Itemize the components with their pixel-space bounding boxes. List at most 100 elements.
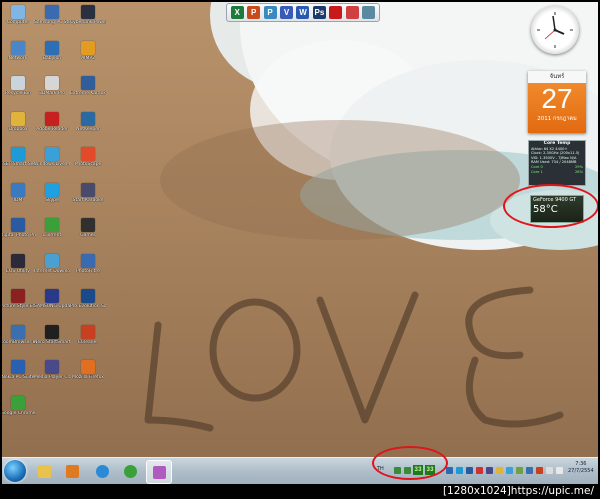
tray-icon[interactable] — [496, 467, 503, 474]
app-icon — [81, 111, 95, 126]
desktop-icon[interactable]: CyberLink PowerDVD 10 — [70, 5, 106, 25]
app-icon — [45, 218, 59, 232]
desktop-icon[interactable]: Extreme Karaoke — [70, 76, 106, 96]
desktop-icon[interactable]: Internet Download Manager — [34, 253, 70, 274]
desktop-icon[interactable]: Dropbox — [0, 111, 36, 132]
publisher-icon[interactable]: P — [263, 6, 277, 19]
desktop-icon[interactable]: Nero StartSmart — [34, 324, 70, 345]
calendar-month-year: 2011 กรกฎาคม — [537, 116, 577, 122]
desktop-icon[interactable]: Google Chrome — [0, 395, 36, 416]
app-icon — [81, 5, 95, 19]
desktop-icon[interactable]: Nokia PC Suite — [0, 360, 36, 380]
app-icon — [11, 324, 25, 339]
tray-icon[interactable] — [516, 467, 523, 474]
desktop-icon[interactable]: uTorrent — [34, 218, 70, 238]
desktop-icon[interactable]: Games — [70, 218, 106, 238]
start-button[interactable] — [4, 460, 26, 482]
desktop-icon[interactable]: Digital Photo Professional — [0, 218, 36, 238]
desktop-icon-label: uTorrent — [42, 233, 62, 238]
tray-icon[interactable] — [536, 467, 543, 474]
desktop: Computer Samsung PC Studio 3CyberLink Pow… — [0, 0, 600, 499]
taskbar-media-player-button[interactable] — [60, 460, 84, 482]
desktop-icon[interactable]: IDM — [0, 182, 36, 203]
app-icon — [81, 324, 95, 339]
desktop-icon[interactable]: NetKeeper — [70, 111, 106, 132]
clock-gadget[interactable] — [531, 6, 579, 54]
app-icon — [11, 40, 25, 55]
tray-icon[interactable] — [486, 467, 493, 474]
desktop-icon[interactable]: CCleaner — [70, 324, 106, 345]
word-icon[interactable]: W — [296, 6, 310, 19]
desktop-icon[interactable]: Skype — [34, 182, 70, 203]
desktop-icon[interactable]: Media Player Classic — [34, 360, 70, 380]
app-icon — [11, 253, 25, 268]
desktop-icon-label: EOS Utility — [6, 268, 30, 274]
photoshop-icon[interactable]: Ps — [312, 6, 326, 19]
desktop-icon-label: Nokia PC Suite — [1, 375, 35, 380]
acrobat-icon[interactable] — [329, 6, 343, 19]
app-icon — [81, 76, 95, 90]
network-icon[interactable] — [546, 467, 553, 474]
core-load: 28% — [575, 169, 583, 174]
desktop-icon-label: Babylon — [42, 55, 62, 61]
desktop-icon[interactable]: Babylon — [34, 40, 70, 61]
desktop-icon[interactable]: SAMSUNG Update Plus — [34, 289, 70, 309]
powerpoint-icon[interactable]: P — [247, 6, 261, 19]
clock-tray[interactable]: 7:36 27/7/2554 — [568, 461, 594, 475]
app-icon — [45, 40, 59, 55]
desktop-icon[interactable]: Adobe Reader — [34, 111, 70, 132]
desktop-icon[interactable]: Pro Evolution Soccer 2011 — [70, 289, 106, 309]
tray-icon[interactable] — [476, 467, 483, 474]
desktop-icon-label: Games — [80, 233, 96, 238]
network-icon[interactable] — [362, 6, 376, 19]
desktop-icon[interactable]: PhotoScape — [70, 147, 106, 167]
image-caption: [1280x1024]https://upic.me/ — [442, 485, 594, 497]
quick-launch-toolbar: X P P V W Ps — [226, 3, 380, 22]
calendar-gadget[interactable]: จันทร์ 27 2011 กรกฎาคม — [528, 71, 586, 133]
pdf-icon[interactable] — [345, 6, 359, 19]
tray-icon[interactable] — [506, 467, 513, 474]
chrome-icon — [123, 464, 137, 478]
desktop-icon[interactable]: 3DMark Pro — [34, 76, 70, 96]
desktop-icon[interactable]: Recycle Bin — [0, 76, 36, 96]
tray-icon[interactable] — [446, 467, 453, 474]
core-temp-gadget[interactable]: Core Temp Athlon 64 X2 4400+ Clock: 2.30… — [528, 140, 586, 186]
desktop-icon[interactable]: Mozilla Firefox — [70, 360, 106, 380]
desktop-icon-label: PhotoScape — [74, 162, 102, 167]
desktop-icon-label: Dropbox — [8, 126, 28, 132]
desktop-icon[interactable]: ZoomBrowser EX — [0, 324, 36, 345]
love-sand-writing — [144, 286, 564, 432]
wet-sand — [160, 120, 520, 240]
tray-icon[interactable] — [456, 467, 463, 474]
desktop-icon[interactable]: Start Karaoke — [70, 182, 106, 203]
highlight-circle — [503, 184, 599, 228]
app-icon — [45, 147, 59, 161]
desktop-icon[interactable]: EOS Utility — [0, 253, 36, 274]
desktop-icon[interactable]: Samsung PC Studio 3 — [34, 5, 70, 25]
desktop-icon-label: SAMSUNG Update Plus — [34, 304, 70, 309]
desktop-icon[interactable]: AIMP2 — [70, 40, 106, 61]
app-icon — [45, 360, 59, 374]
desktop-icon[interactable]: Windows Live Messenger — [34, 147, 70, 167]
tray-icon[interactable] — [526, 467, 533, 474]
desktop-icon[interactable]: Network — [0, 40, 36, 61]
desktop-icon-label: ESET Smart Security — [0, 162, 36, 167]
taskbar-explorer-button[interactable] — [32, 460, 56, 482]
taskbar-paint-button[interactable] — [146, 460, 172, 484]
visio-icon[interactable]: V — [280, 6, 294, 19]
app-icon — [45, 5, 59, 19]
excel-icon[interactable]: X — [230, 6, 244, 19]
desktop-icon-label: CCleaner — [77, 339, 99, 345]
app-icon — [81, 147, 95, 161]
desktop-icon[interactable]: Computer — [0, 5, 36, 25]
volume-icon[interactable] — [556, 467, 563, 474]
desktop-icon[interactable]: PhotoFiltre — [70, 253, 106, 274]
desktop-icon-label: Skype — [45, 197, 59, 203]
calendar-day-name: จันทร์ — [528, 71, 586, 83]
tray-icon[interactable] — [466, 467, 473, 474]
desktop-icon[interactable]: Picture Style Editor — [0, 289, 36, 309]
taskbar-internet-explorer-button[interactable] — [90, 460, 114, 482]
image-caption-bar: [1280x1024]https://upic.me/ — [0, 484, 600, 499]
desktop-icon[interactable]: ESET Smart Security — [0, 147, 36, 167]
taskbar-chrome-button[interactable] — [118, 460, 142, 482]
